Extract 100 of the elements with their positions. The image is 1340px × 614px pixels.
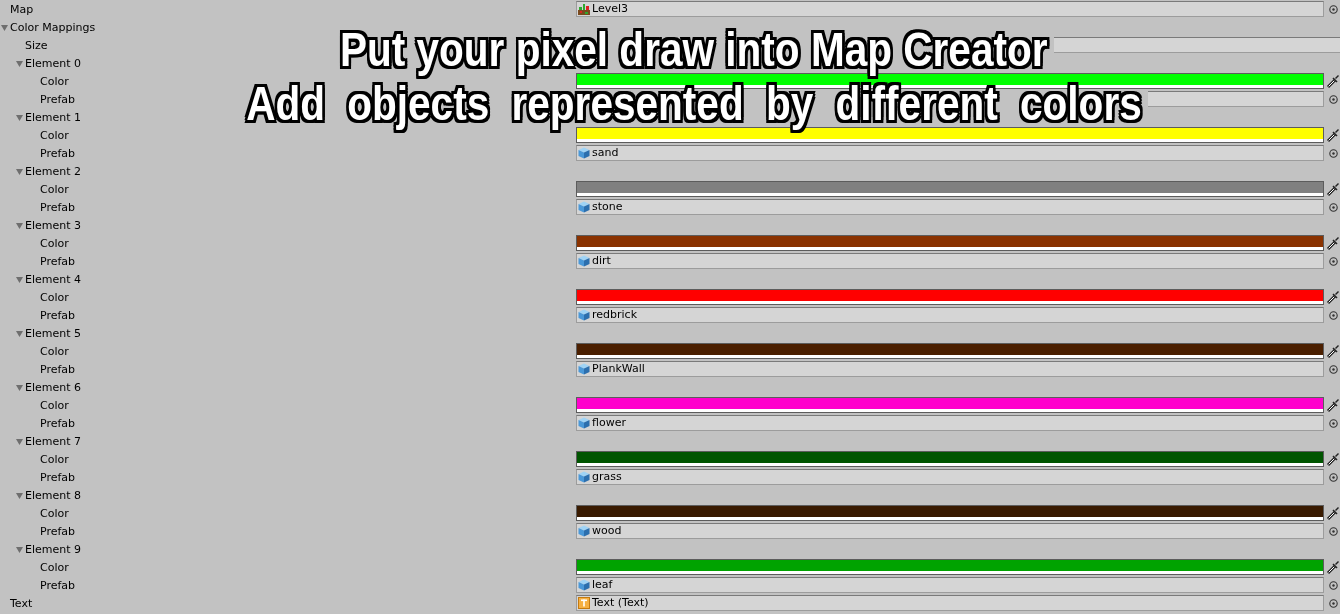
object-field[interactable]: grass: [576, 469, 1324, 485]
triangle-icon[interactable]: [16, 329, 23, 337]
property-label: Color: [40, 236, 69, 250]
foldout-label[interactable]: Element 7: [25, 434, 82, 448]
object-field[interactable]: sand: [576, 145, 1324, 161]
property-label: Map: [10, 2, 34, 16]
property-label: Color: [40, 74, 69, 88]
foldout-label[interactable]: Element 0: [25, 56, 82, 70]
dot-circle-icon[interactable]: [1329, 256, 1338, 266]
object-field[interactable]: leaf: [576, 577, 1324, 593]
caption-text: Put your pixel draw into Map Creator: [339, 28, 1049, 78]
property-label: Color: [40, 506, 69, 520]
property-label: Prefab: [40, 308, 76, 322]
property-label: Prefab: [40, 470, 76, 484]
dot-circle-icon[interactable]: [1329, 94, 1338, 104]
property-label: Color: [40, 290, 69, 304]
dot-circle-icon[interactable]: [1329, 526, 1338, 536]
color-field[interactable]: [576, 289, 1324, 305]
property-label: Text: [10, 596, 33, 610]
property-label: Size: [25, 38, 48, 52]
property-label: Prefab: [40, 254, 76, 268]
object-field[interactable]: flower: [576, 415, 1324, 431]
dot-circle-icon[interactable]: [1329, 148, 1338, 158]
triangle-icon[interactable]: [16, 383, 23, 391]
property-label: Color: [40, 560, 69, 574]
eyedropper-icon[interactable]: [1326, 73, 1340, 89]
dot-circle-icon[interactable]: [1329, 202, 1338, 212]
triangle-icon[interactable]: [16, 113, 23, 121]
dot-circle-icon[interactable]: [1329, 4, 1338, 14]
letter-t-icon: [578, 597, 590, 609]
color-field[interactable]: [576, 451, 1324, 467]
cube-icon: [578, 363, 590, 375]
property-label: Prefab: [40, 416, 76, 430]
eyedropper-icon[interactable]: [1326, 127, 1340, 143]
triangle-icon[interactable]: [16, 275, 23, 283]
foldout-label[interactable]: Element 8: [25, 488, 82, 502]
property-label: Color: [40, 128, 69, 142]
color-field[interactable]: [576, 181, 1324, 197]
object-field[interactable]: redbrick: [576, 307, 1324, 323]
cube-icon: [578, 309, 590, 321]
triangle-icon[interactable]: [16, 167, 23, 175]
property-label: Color: [40, 344, 69, 358]
eyedropper-icon[interactable]: [1326, 181, 1340, 197]
object-field[interactable]: dirt: [576, 253, 1324, 269]
foldout-label[interactable]: Element 2: [25, 164, 82, 178]
color-field[interactable]: [576, 343, 1324, 359]
property-label: Prefab: [40, 362, 76, 376]
color-field[interactable]: [576, 559, 1324, 575]
object-field[interactable]: [1148, 91, 1324, 107]
eyedropper-icon[interactable]: [1326, 559, 1340, 575]
caption-text: Add objects represented by different colors: [245, 82, 1143, 132]
object-field[interactable]: wood: [576, 523, 1324, 539]
triangle-icon[interactable]: [16, 545, 23, 553]
dot-circle-icon[interactable]: [1329, 598, 1338, 608]
property-label: Color: [40, 398, 69, 412]
foldout-label[interactable]: Element 4: [25, 272, 82, 286]
eyedropper-icon[interactable]: [1326, 505, 1340, 521]
foldout-label[interactable]: Element 5: [25, 326, 82, 340]
eyedropper-icon[interactable]: [1326, 289, 1340, 305]
cube-icon: [578, 147, 590, 159]
color-field[interactable]: [576, 505, 1324, 521]
triangle-icon[interactable]: [16, 221, 23, 229]
property-label: Color: [40, 452, 69, 466]
foldout-label[interactable]: Color Mappings: [10, 20, 96, 34]
eyedropper-icon[interactable]: [1326, 343, 1340, 359]
cube-icon: [578, 201, 590, 213]
foldout-label[interactable]: Element 1: [25, 110, 82, 124]
cube-icon: [578, 471, 590, 483]
pixel-image-icon: [578, 3, 590, 15]
color-field[interactable]: [576, 235, 1324, 251]
eyedropper-icon[interactable]: [1326, 235, 1340, 251]
triangle-icon[interactable]: [16, 437, 23, 445]
dot-circle-icon[interactable]: [1329, 580, 1338, 590]
property-label: Prefab: [40, 578, 76, 592]
color-field[interactable]: [576, 397, 1324, 413]
foldout-label[interactable]: Element 3: [25, 218, 82, 232]
triangle-icon[interactable]: [1, 23, 8, 31]
number-field[interactable]: [1054, 37, 1340, 53]
dot-circle-icon[interactable]: [1329, 472, 1338, 482]
foldout-label[interactable]: Element 6: [25, 380, 82, 394]
property-label: Color: [40, 182, 69, 196]
cube-icon: [578, 579, 590, 591]
eyedropper-icon[interactable]: [1326, 451, 1340, 467]
object-field[interactable]: stone: [576, 199, 1324, 215]
dot-circle-icon[interactable]: [1329, 310, 1338, 320]
triangle-icon[interactable]: [16, 59, 23, 67]
triangle-icon[interactable]: [16, 491, 23, 499]
property-label: Prefab: [40, 92, 76, 106]
cube-icon: [578, 417, 590, 429]
dot-circle-icon[interactable]: [1329, 418, 1338, 428]
cube-icon: [578, 525, 590, 537]
dot-circle-icon[interactable]: [1329, 364, 1338, 374]
property-label: Prefab: [40, 524, 76, 538]
cube-icon: [578, 255, 590, 267]
object-field[interactable]: PlankWall: [576, 361, 1324, 377]
object-field[interactable]: Level3: [576, 1, 1324, 17]
foldout-label[interactable]: Element 9: [25, 542, 82, 556]
object-field[interactable]: Text (Text): [576, 595, 1324, 611]
eyedropper-icon[interactable]: [1326, 397, 1340, 413]
property-label: Prefab: [40, 200, 76, 214]
